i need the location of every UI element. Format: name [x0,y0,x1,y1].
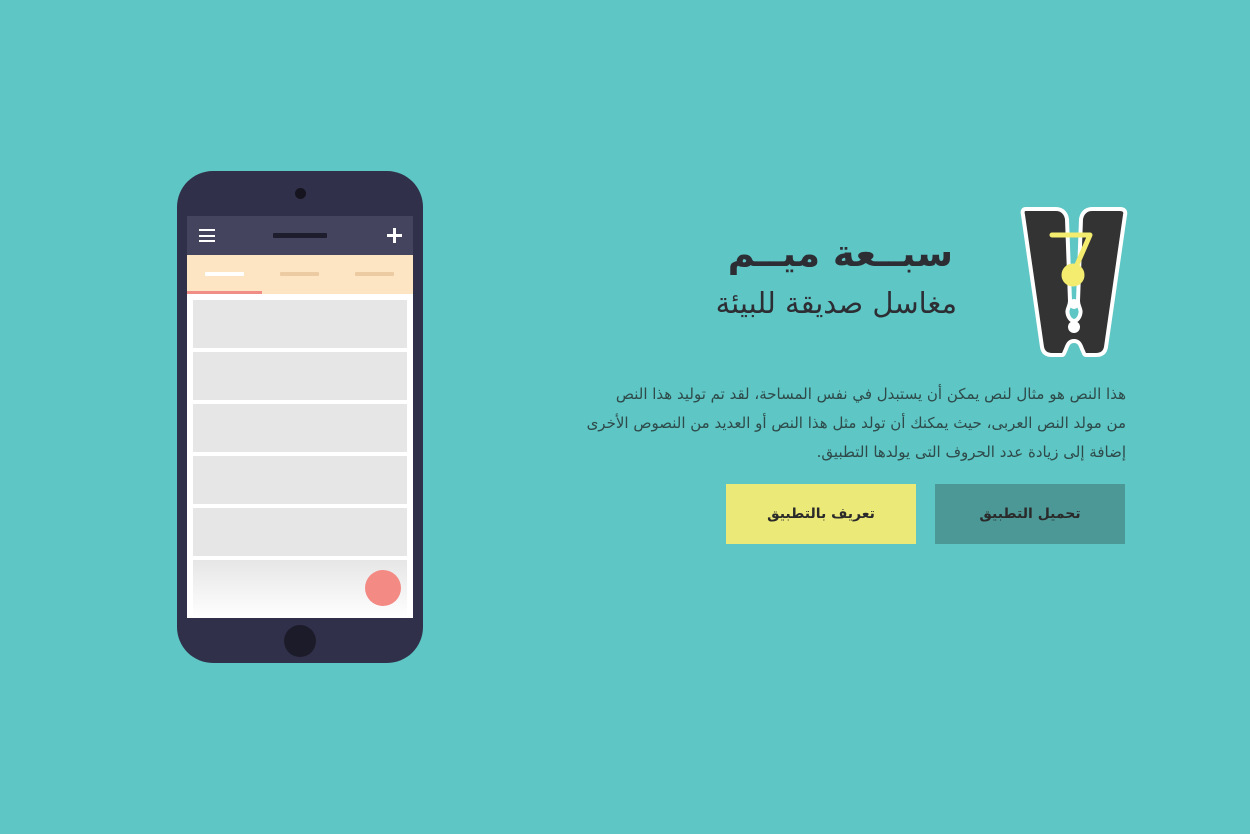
active-tab-indicator [187,291,262,294]
tab-2[interactable] [262,255,337,294]
description-line: هذا النص هو مثال لنص يمكن أن يستبدل في ن… [615,385,1126,403]
list-card[interactable] [193,404,407,452]
phone-camera [295,188,306,199]
clothespin-logo-icon: 7 [1020,205,1128,357]
plus-icon[interactable] [387,228,402,243]
tab-1-placeholder [205,272,244,276]
tab-3[interactable] [337,255,412,294]
app-bar [187,216,413,255]
logo-digit: 7 [1020,205,1021,206]
floating-action-button[interactable] [365,570,401,606]
list-card[interactable] [193,352,407,400]
card-list [193,300,407,560]
hamburger-menu-icon[interactable] [199,229,215,242]
tab-bar [187,255,413,294]
description-line: من مولد النص العربى، حيث يمكنك أن تولد م… [586,414,1126,432]
app-title-placeholder [273,233,327,238]
download-app-button[interactable]: تحميل التطبيق [935,484,1125,544]
tab-3-placeholder [355,272,394,276]
phone-home-button [284,625,316,657]
brand-subtitle: مغاسل صديقة للبيئة [715,286,957,320]
list-card[interactable] [193,456,407,504]
phone-mockup [177,171,423,663]
list-card[interactable] [193,300,407,348]
description-line: إضافة إلى زيادة عدد الحروف التى يولدها ا… [816,443,1126,461]
phone-screen [187,216,413,618]
about-app-button[interactable]: تعريف بالتطبيق [726,484,916,544]
list-card[interactable] [193,508,407,556]
tab-1[interactable] [187,255,262,294]
tab-2-placeholder [280,272,319,276]
brand-title: سبــعة ميــم [727,232,953,275]
description-text: هذا النص هو مثال لنص يمكن أن يستبدل في ن… [563,380,1126,467]
